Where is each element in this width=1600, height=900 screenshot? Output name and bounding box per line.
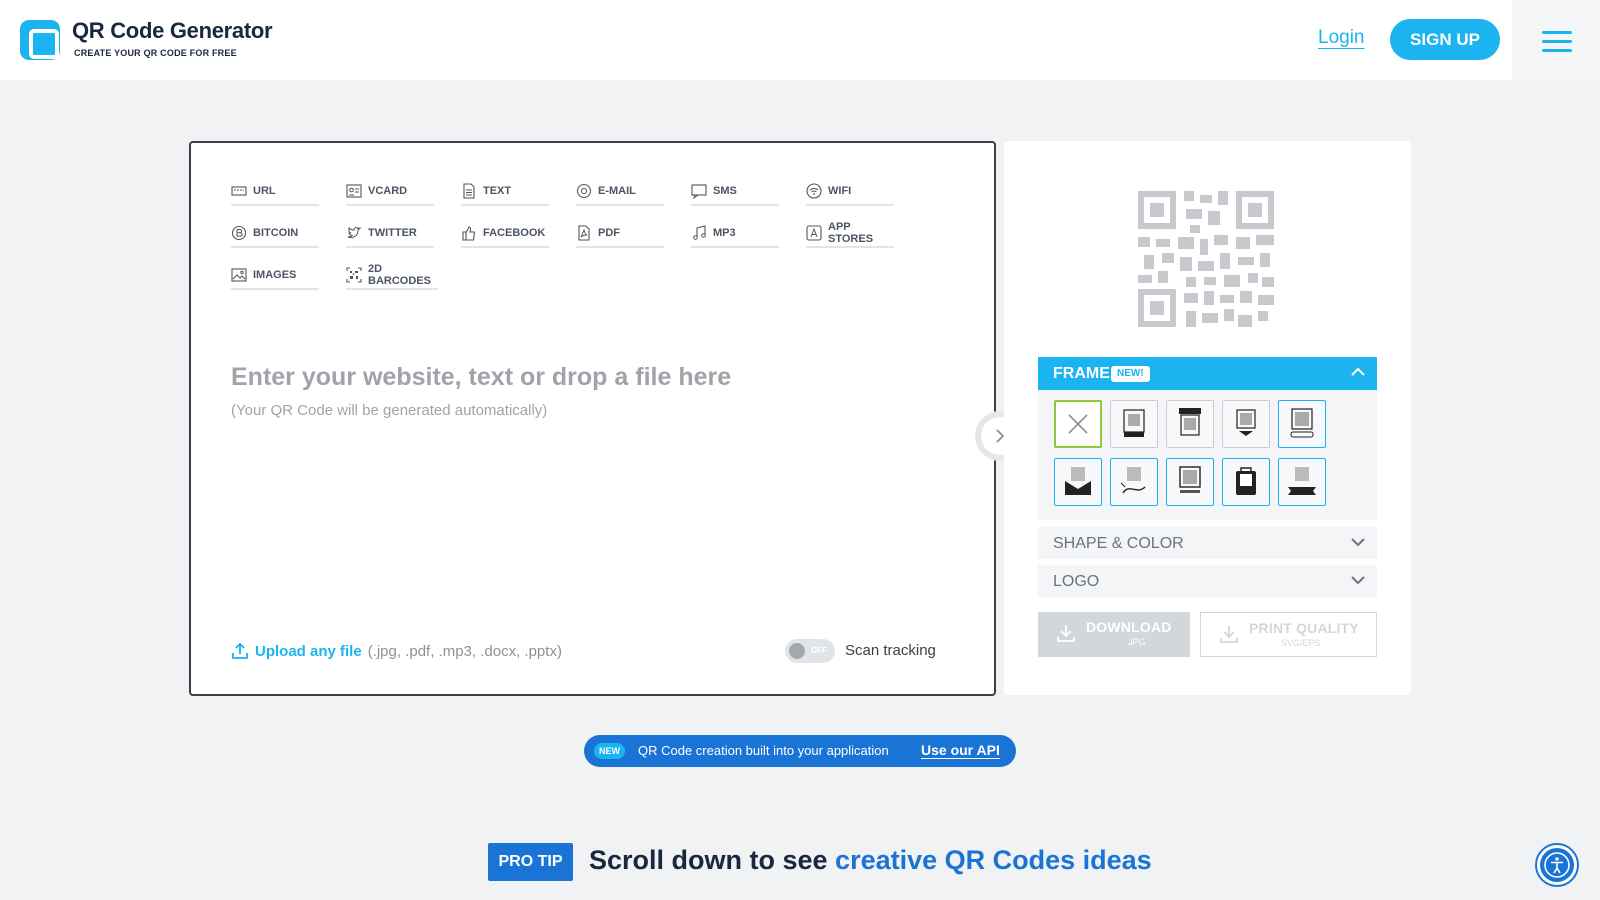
url-icon [231, 183, 247, 199]
frame-option-5[interactable] [1054, 458, 1102, 506]
logo-title: LOGO [1053, 573, 1100, 590]
qr-type-label: IMAGES [253, 269, 297, 281]
qr-type-mp3[interactable]: MP3 [691, 220, 779, 248]
frame-title: FRAME [1053, 365, 1110, 382]
qr-type-label: WIFI [828, 185, 852, 197]
bitcoin-icon [231, 225, 247, 241]
brand-title[interactable]: QR Code Generator [72, 18, 273, 44]
frame-option-4[interactable] [1278, 400, 1326, 448]
vcard-icon [346, 183, 362, 199]
logo-icon[interactable] [20, 20, 60, 60]
close-icon [1068, 414, 1088, 434]
qr-type-label: URL [253, 185, 276, 197]
pro-tip-badge: PRO TIP [488, 843, 573, 881]
qr-type-label: FACEBOOK [483, 227, 546, 239]
qr-type-facebook[interactable]: FACEBOOK [461, 220, 549, 248]
frame-option-2[interactable] [1166, 400, 1214, 448]
download-button[interactable]: DOWNLOAD JPG [1038, 612, 1190, 657]
download-icon [1057, 625, 1075, 642]
qr-type-label: TWITTER [368, 227, 417, 239]
qr-type-wifi[interactable]: WIFI [806, 178, 894, 206]
frame-new-badge: NEW! [1111, 366, 1150, 382]
content-input-hint: (Your QR Code will be generated automati… [231, 402, 548, 419]
twitter-icon [346, 225, 362, 241]
sms-icon [691, 183, 707, 199]
scan-tracking-toggle[interactable]: OFF [785, 639, 835, 663]
images-icon [231, 267, 247, 283]
qr-type-e-mail[interactable]: E-MAIL [576, 178, 664, 206]
chevron-up-icon [1351, 367, 1365, 376]
api-banner: NEW QR Code creation built into your app… [584, 735, 1016, 767]
api-banner-text: QR Code creation built into your applica… [638, 743, 889, 758]
qr-type-bitcoin[interactable]: BITCOIN [231, 220, 319, 248]
qr-type-label: BITCOIN [253, 227, 299, 239]
upload-area: Upload any file (.jpg, .pdf, .mp3, .docx… [231, 642, 562, 660]
qr-type-text[interactable]: TEXT [461, 178, 549, 206]
api-link[interactable]: Use our API [921, 742, 1000, 758]
accessibility-icon [1544, 852, 1570, 878]
upload-file-link[interactable]: Upload any file [255, 643, 362, 660]
frame-option-none[interactable] [1054, 400, 1102, 448]
accessibility-button[interactable] [1535, 843, 1579, 887]
upload-extensions: (.jpg, .pdf, .mp3, .docx, .pptx) [367, 642, 562, 660]
shape-color-title: SHAPE & COLOR [1053, 535, 1184, 552]
signup-button[interactable]: SIGN UP [1390, 19, 1500, 60]
qr-type-sms[interactable]: SMS [691, 178, 779, 206]
qr-code-preview [1138, 191, 1274, 327]
upload-icon [232, 642, 248, 659]
qr-type-label: 2D BARCODES [368, 263, 431, 287]
qr-type-label: VCARD [368, 185, 408, 197]
frame-option-3[interactable] [1222, 400, 1270, 448]
frame-option-6[interactable] [1110, 458, 1158, 506]
frame-option-8[interactable] [1222, 458, 1270, 506]
qr-customize-panel: FRAME NEW! SHAPE & COLOR LOGO DOWNLOAD J… [1004, 141, 1411, 695]
frame-options [1038, 390, 1377, 520]
chevron-down-icon [1351, 576, 1365, 585]
qr-type-label: PDF [598, 227, 620, 239]
qr-type-label: TEXT [483, 185, 512, 197]
qr-type-app-stores[interactable]: APP STORES [806, 220, 894, 248]
shape-color-section[interactable]: SHAPE & COLOR [1038, 527, 1377, 559]
qr-type-pdf[interactable]: PDF [576, 220, 664, 248]
print-quality-button[interactable]: PRINT QUALITY SVG/EPS [1200, 612, 1377, 657]
header: QR Code Generator CREATE YOUR QR CODE FO… [0, 0, 1600, 80]
hamburger-icon [1542, 31, 1572, 34]
chevron-down-icon [1351, 538, 1365, 547]
qr-type-url[interactable]: URL [231, 178, 319, 206]
barcode-icon [346, 267, 362, 283]
scan-tracking-label: Scan tracking [845, 642, 936, 659]
api-new-badge: NEW [594, 743, 625, 759]
menu-button[interactable] [1512, 0, 1600, 80]
download-icon [1220, 626, 1238, 643]
wifi-icon [806, 183, 822, 199]
qr-type-label: MP3 [713, 227, 736, 239]
login-link[interactable]: Login [1318, 27, 1365, 49]
qr-type-images[interactable]: IMAGES [231, 262, 319, 290]
qr-type-vcard[interactable]: VCARD [346, 178, 434, 206]
frame-option-9[interactable] [1278, 458, 1326, 506]
frame-option-7[interactable] [1166, 458, 1214, 506]
brand-subtitle: CREATE YOUR QR CODE FOR FREE [74, 48, 237, 58]
mp3-icon [691, 225, 707, 241]
email-icon [576, 183, 592, 199]
content-input-placeholder[interactable]: Enter your website, text or drop a file … [231, 363, 731, 392]
frame-option-1[interactable] [1110, 400, 1158, 448]
qr-type-2d-barcodes[interactable]: 2D BARCODES [346, 262, 438, 290]
frame-section-header[interactable]: FRAME NEW! [1038, 357, 1377, 390]
text-icon [461, 183, 477, 199]
pro-tip-text: Scroll down to see creative QR Codes ide… [589, 845, 1152, 875]
qr-content-panel: URL VCARD TEXT E-MAIL SMS WIFI BITCOIN TWITTER F… [189, 141, 996, 696]
pdf-icon [576, 225, 592, 241]
qr-type-label: SMS [713, 185, 737, 197]
qr-type-label: APP STORES [828, 221, 874, 245]
app-stores-icon [806, 225, 822, 241]
facebook-icon [461, 225, 477, 241]
qr-type-label: E-MAIL [598, 185, 636, 197]
qr-type-twitter[interactable]: TWITTER [346, 220, 434, 248]
pro-tip-link[interactable]: creative QR Codes ideas [835, 845, 1152, 875]
logo-section[interactable]: LOGO [1038, 565, 1377, 597]
